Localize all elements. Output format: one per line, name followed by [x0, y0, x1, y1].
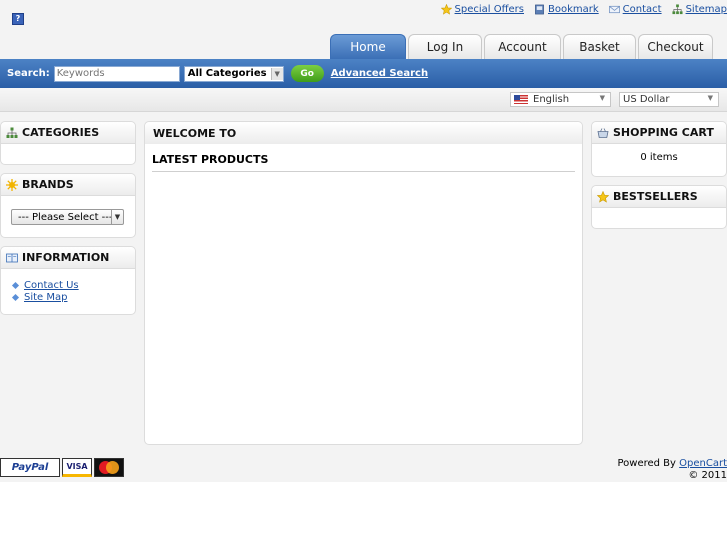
bookmark-link[interactable]: Bookmark — [534, 4, 599, 15]
visa-logo: VISA — [62, 458, 92, 477]
search-label: Search: — [7, 68, 50, 79]
payment-logos: PayPal VISA — [0, 458, 124, 477]
main-nav-tabs: Home Log In Account Basket Checkout — [330, 34, 713, 59]
contact-label: Contact — [622, 4, 662, 15]
star-icon — [597, 190, 609, 203]
us-flag-icon — [514, 95, 528, 104]
category-select-value: All Categories — [187, 68, 267, 79]
top-links: Special Offers Bookmark Contact Sitemap — [440, 4, 727, 15]
main-content: WELCOME TO LATEST PRODUCTS — [144, 121, 583, 445]
book-icon — [6, 253, 18, 262]
currency-value: US Dollar — [623, 94, 670, 105]
go-button[interactable]: Go — [290, 65, 324, 82]
tab-checkout[interactable]: Checkout — [638, 34, 713, 59]
tab-basket[interactable]: Basket — [563, 34, 636, 59]
information-title: INFORMATION — [22, 251, 110, 264]
latest-products-heading: LATEST PRODUCTS — [152, 153, 575, 172]
welcome-header: WELCOME TO — [145, 122, 582, 144]
sitemap-link[interactable]: Sitemap — [672, 4, 727, 15]
brand-burst-icon — [6, 178, 18, 191]
shopping-cart-title: SHOPPING CART — [613, 126, 714, 139]
brands-title: BRANDS — [22, 178, 74, 191]
bestsellers-header: BESTSELLERS — [592, 186, 726, 208]
locale-bar: English ▼ US Dollar ▼ — [0, 88, 727, 112]
advanced-search-link[interactable]: Advanced Search — [331, 68, 428, 79]
site-map-link[interactable]: Site Map — [24, 292, 67, 303]
contact-link[interactable]: Contact — [608, 4, 662, 15]
shopping-cart-header: SHOPPING CART — [592, 122, 726, 144]
language-select[interactable]: English ▼ — [510, 92, 611, 107]
star-icon — [440, 4, 452, 15]
envelope-icon — [608, 5, 620, 14]
chevron-down-icon: ▼ — [270, 67, 283, 80]
categories-title: CATEGORIES — [22, 126, 100, 139]
list-item: Site Map — [11, 291, 135, 303]
shopping-cart-box: SHOPPING CART 0 items — [591, 121, 727, 177]
sitemap-icon — [672, 4, 683, 15]
mastercard-logo — [94, 458, 124, 477]
mastercard-icon — [99, 461, 119, 474]
list-item: Contact Us — [11, 279, 135, 291]
opencart-link[interactable]: OpenCart — [679, 458, 727, 469]
powered-by-line: Powered By OpenCart — [617, 458, 727, 470]
contact-us-link[interactable]: Contact Us — [24, 280, 79, 291]
sitemap-label: Sitemap — [685, 4, 727, 15]
chevron-down-icon: ▼ — [707, 94, 713, 102]
language-value: English — [533, 94, 570, 105]
categories-box: CATEGORIES — [0, 121, 136, 165]
sitemap-icon — [6, 127, 18, 138]
bookmark-label: Bookmark — [548, 4, 599, 15]
bookmark-icon — [535, 4, 544, 15]
basket-icon — [597, 127, 609, 138]
brands-header: BRANDS — [1, 174, 135, 196]
tab-login[interactable]: Log In — [408, 34, 482, 59]
paypal-logo: PayPal — [0, 458, 60, 477]
category-select[interactable]: All Categories ▼ — [183, 65, 284, 82]
special-offers-link[interactable]: Special Offers — [440, 4, 524, 15]
chevron-down-icon: ▼ — [599, 94, 605, 102]
bullet-icon — [11, 293, 20, 301]
powered-by-text: Powered By — [617, 458, 676, 469]
information-header: INFORMATION — [1, 247, 135, 269]
brand-select-value: --- Please Select --- — [18, 211, 113, 223]
categories-header: CATEGORIES — [1, 122, 135, 144]
bestsellers-box: BESTSELLERS — [591, 185, 727, 229]
brands-box: BRANDS --- Please Select --- ▼ — [0, 173, 136, 238]
cart-items-count: 0 items — [640, 152, 678, 163]
help-icon[interactable]: ? — [12, 13, 24, 25]
chevron-down-icon: ▼ — [111, 210, 123, 224]
information-box: INFORMATION Contact Us Site Map — [0, 246, 136, 315]
special-offers-label: Special Offers — [454, 4, 524, 15]
tab-home[interactable]: Home — [330, 34, 406, 59]
tab-account[interactable]: Account — [484, 34, 561, 59]
copyright-text: © 2011 — [688, 470, 727, 481]
bestsellers-title: BESTSELLERS — [613, 190, 698, 203]
information-list: Contact Us Site Map — [1, 269, 135, 303]
search-input[interactable] — [53, 65, 180, 82]
footer-credits: Powered By OpenCart © 2011 — [617, 458, 727, 482]
brand-select[interactable]: --- Please Select --- ▼ — [11, 209, 124, 225]
welcome-title: WELCOME TO — [153, 126, 237, 140]
search-bar: Search: All Categories ▼ Go Advanced Sea… — [0, 59, 727, 88]
currency-select[interactable]: US Dollar ▼ — [619, 92, 719, 107]
bullet-icon — [11, 281, 20, 289]
